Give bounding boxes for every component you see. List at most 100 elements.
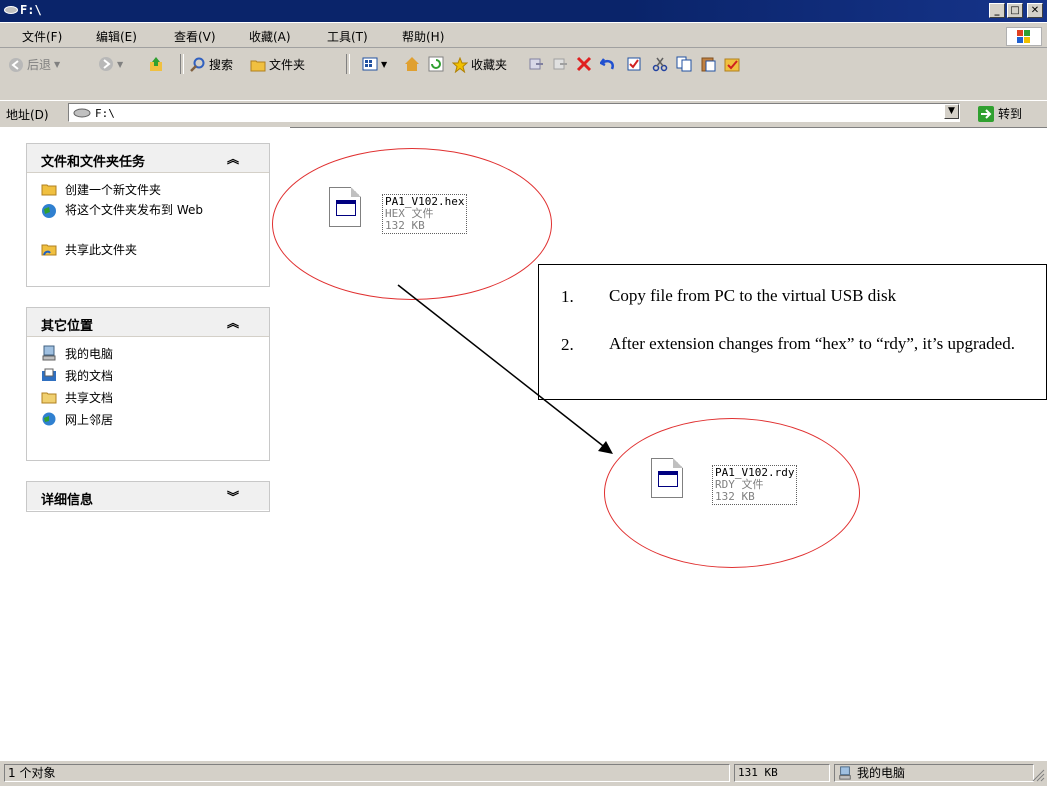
address-label: 地址(D) <box>6 108 49 122</box>
task-label: 共享此文件夹 <box>65 243 138 257</box>
file-size: 132 KB <box>715 490 755 503</box>
file-folder-tasks-panel: 文件和文件夹任务 ︽ 创建一个新文件夹 将这个文件夹发布到 Web 共享此文件夹 <box>26 143 270 287</box>
toolbar-separator <box>180 54 184 74</box>
step-number: 2. <box>561 335 574 354</box>
close-button[interactable]: ✕ <box>1027 3 1043 18</box>
panel-header[interactable]: 详细信息 ︾ <box>27 482 269 510</box>
cut-button[interactable] <box>652 56 668 72</box>
home-button[interactable] <box>404 56 420 72</box>
paste-icon <box>701 57 716 72</box>
panel-header[interactable]: 文件和文件夹任务 ︽ <box>27 144 269 173</box>
folders-button[interactable]: 文件夹 <box>250 56 305 73</box>
back-arrow-icon <box>9 57 23 72</box>
place-my-computer[interactable]: 我的电脑 <box>27 345 269 367</box>
search-button[interactable]: 搜索 <box>190 56 233 73</box>
back-button[interactable]: 后退 ▼ <box>8 56 60 73</box>
toolbar-separator <box>346 54 350 74</box>
details-panel: 详细信息 ︾ <box>26 481 270 512</box>
menu-favorites[interactable]: 收藏(A) <box>249 28 291 45</box>
task-label: 创建一个新文件夹 <box>65 183 162 197</box>
search-label: 搜索 <box>209 58 234 72</box>
collapse-chevron-icon[interactable]: ︽ <box>227 150 239 167</box>
status-size: 131 KB <box>734 764 830 782</box>
file-icon <box>329 187 361 227</box>
share-folder-icon <box>41 244 57 256</box>
place-label: 网上邻居 <box>65 413 114 427</box>
file-item[interactable] <box>329 187 369 235</box>
undo-button[interactable] <box>600 56 616 72</box>
customize-icon <box>724 58 740 72</box>
address-bar: 地址(D) F:\ ▼ 转到 <box>0 100 1047 128</box>
menu-edit[interactable]: 编辑(E) <box>96 28 137 45</box>
go-button[interactable]: 转到 <box>978 105 1022 122</box>
file-item[interactable] <box>651 458 691 506</box>
move-to-icon <box>529 58 543 70</box>
place-label: 我的文档 <box>65 369 114 383</box>
star-icon <box>452 56 468 73</box>
folders-label: 文件夹 <box>269 58 306 72</box>
status-location: 我的电脑 <box>834 764 1034 782</box>
place-network[interactable]: 网上邻居 <box>27 411 269 433</box>
other-places-panel: 其它位置 ︽ 我的电脑 我的文档 共享文档 网上邻居 <box>26 307 270 461</box>
step-number: 1. <box>561 287 574 306</box>
status-location-label: 我的电脑 <box>857 766 906 780</box>
up-folder-button[interactable] <box>148 56 164 72</box>
network-places-icon <box>42 412 56 426</box>
status-bar: 1 个对象 131 KB 我的电脑 <box>0 760 1047 786</box>
refresh-button[interactable] <box>428 56 444 72</box>
copy-button[interactable] <box>676 56 692 72</box>
my-computer-icon <box>839 766 851 780</box>
panel-header[interactable]: 其它位置 ︽ <box>27 308 269 337</box>
file-size: 132 KB <box>385 219 425 232</box>
go-arrow-icon <box>978 105 994 122</box>
address-input[interactable]: F:\ <box>68 103 960 122</box>
maximize-button[interactable]: □ <box>1007 3 1023 18</box>
favorites-label: 收藏夹 <box>471 58 508 72</box>
copy-to-button[interactable] <box>552 56 568 72</box>
address-dropdown-button[interactable]: ▼ <box>944 104 959 119</box>
delete-button[interactable] <box>576 56 592 72</box>
resize-grip-icon[interactable] <box>1032 769 1045 782</box>
my-documents-icon <box>42 368 56 381</box>
paste-button[interactable] <box>700 56 716 72</box>
menu-help[interactable]: 帮助(H) <box>402 28 444 45</box>
place-label: 我的电脑 <box>65 347 114 361</box>
forward-dropdown-icon: ▼ <box>117 59 124 69</box>
place-label: 共享文档 <box>65 391 114 405</box>
menu-file[interactable]: 文件(F) <box>22 28 62 45</box>
instruction-box: 1. Copy file from PC to the virtual USB … <box>538 264 1047 400</box>
toolbar: 后退 ▼ ▼ 搜索 文件夹 ▼ 收藏夹 <box>0 48 1047 100</box>
file-label[interactable]: PA1_V102.rdy RDY 文件 132 KB <box>712 465 798 505</box>
views-button[interactable]: ▼ <box>362 56 387 72</box>
file-label[interactable]: PA1_V102.hex HEX 文件 132 KB <box>382 194 468 234</box>
task-publish-web[interactable]: 将这个文件夹发布到 Web <box>27 203 269 241</box>
delete-icon <box>576 56 592 72</box>
undo-icon <box>600 58 614 70</box>
panel-title: 文件和文件夹任务 <box>41 155 146 170</box>
place-my-documents[interactable]: 我的文档 <box>27 367 269 389</box>
views-dropdown-icon: ▼ <box>381 59 388 69</box>
windows-logo-icon <box>1006 27 1042 46</box>
properties-icon <box>627 57 641 71</box>
menu-tools[interactable]: 工具(T) <box>327 28 368 45</box>
up-folder-icon <box>150 57 162 71</box>
collapse-chevron-icon[interactable]: ︽ <box>227 314 239 331</box>
back-dropdown-icon: ▼ <box>54 60 61 69</box>
minimize-button[interactable]: _ <box>989 3 1005 18</box>
expand-chevron-icon[interactable]: ︾ <box>227 488 239 505</box>
properties-button[interactable] <box>626 56 642 72</box>
new-folder-icon <box>41 184 57 196</box>
customize-button[interactable] <box>724 56 740 72</box>
menu-bar: 文件(F) 编辑(E) 查看(V) 收藏(A) 工具(T) 帮助(H) <box>0 23 1047 48</box>
task-new-folder[interactable]: 创建一个新文件夹 <box>27 181 269 203</box>
window-title: F:\ <box>20 3 42 17</box>
menu-view[interactable]: 查看(V) <box>174 28 216 45</box>
task-label: 将这个文件夹发布到 Web <box>65 203 203 217</box>
place-shared-documents[interactable]: 共享文档 <box>27 389 269 411</box>
move-to-button[interactable] <box>528 56 544 72</box>
forward-button[interactable]: ▼ <box>98 56 123 72</box>
refresh-icon <box>428 56 444 72</box>
title-bar[interactable]: F:\ _ □ ✕ <box>0 0 1047 22</box>
favorites-button[interactable]: 收藏夹 <box>452 56 507 73</box>
task-share-folder[interactable]: 共享此文件夹 <box>27 241 269 263</box>
